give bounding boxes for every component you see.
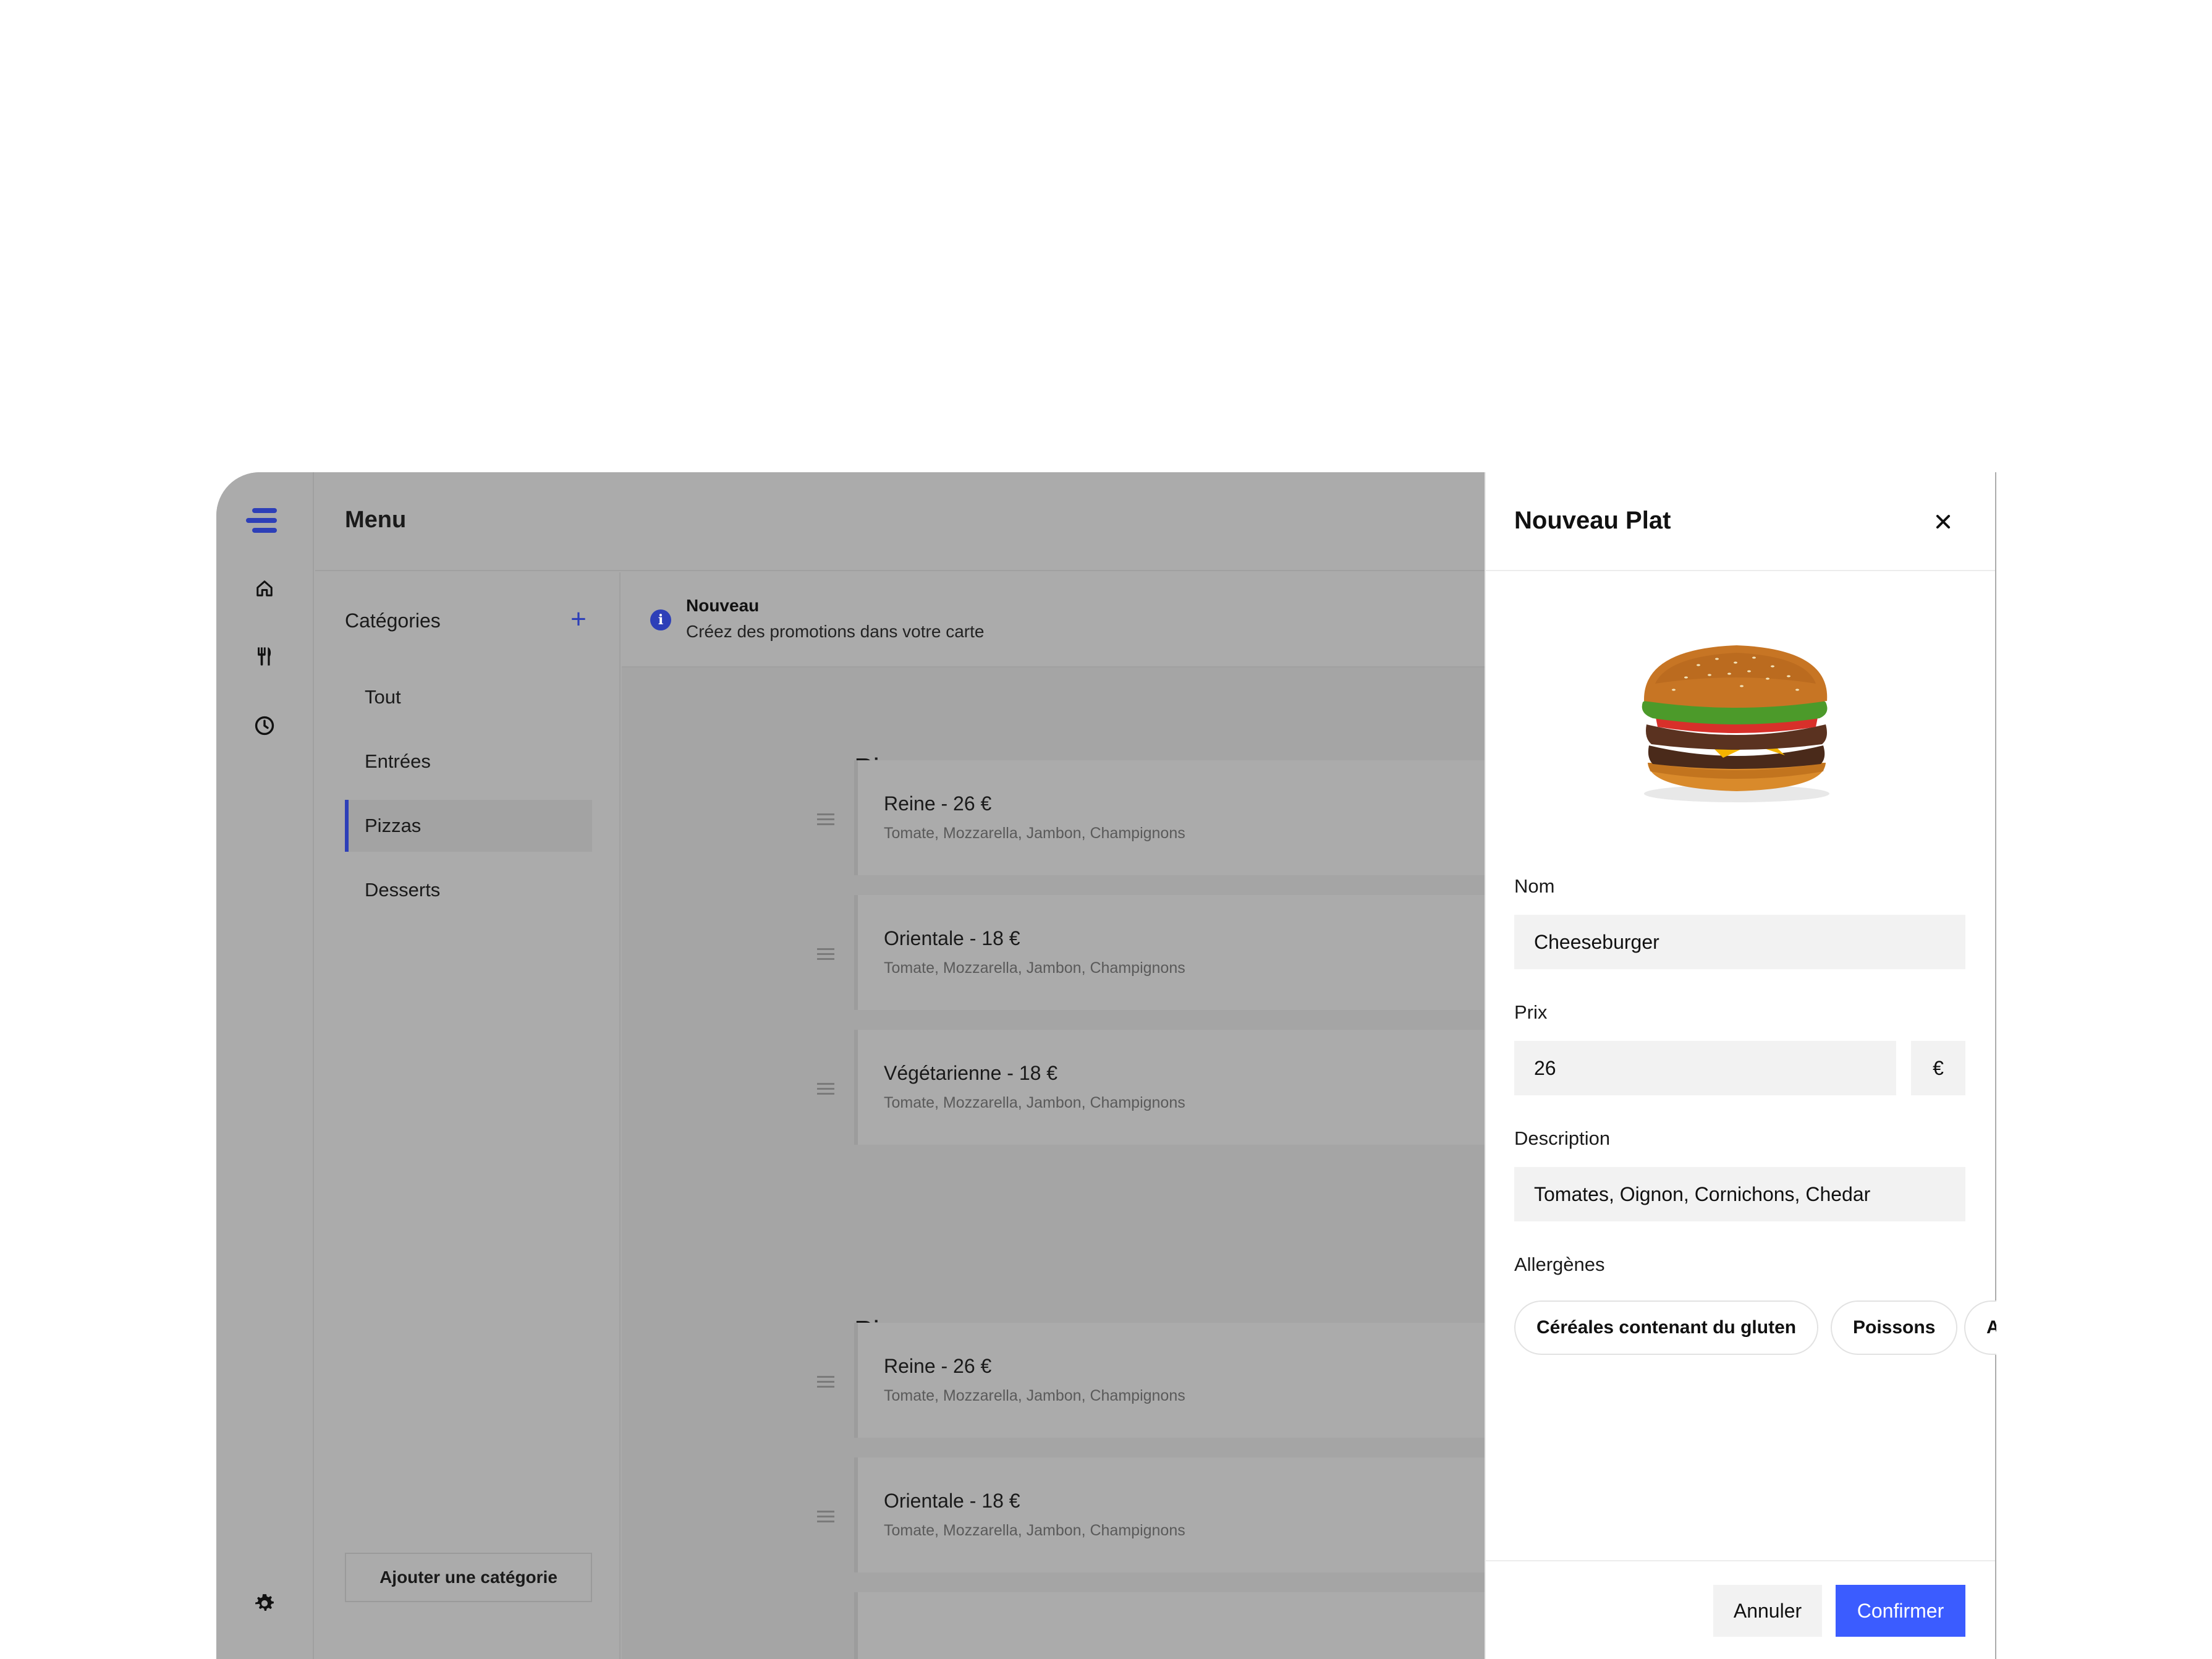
page-title: Menu [345, 507, 407, 533]
menu-content: i Nouveau Créez des promotions dans votr… [622, 572, 1491, 1659]
dish-ingredients: Tomate, Mozzarella, Jambon, Champignons [884, 959, 1185, 977]
dish-card[interactable]: Orientale - 18 € Tomate, Mozzarella, Jam… [854, 895, 1491, 1010]
icon-rail [216, 472, 314, 1659]
category-item-entrees[interactable]: Entrées [345, 736, 592, 787]
dish-card[interactable]: Reine - 26 € Tomate, Mozzarella, Jambon,… [854, 1323, 1491, 1438]
dish-name: Orientale - 18 € [884, 1490, 1020, 1512]
add-category-button[interactable]: Ajouter une catégorie [345, 1553, 592, 1602]
category-label: Pizzas [365, 815, 422, 836]
drawer-footer: Annuler Confirmer [1486, 1560, 1995, 1659]
banner-title: Nouveau [686, 596, 760, 615]
confirm-button[interactable]: Confirmer [1836, 1585, 1965, 1637]
dish-name: Orientale - 18 € [884, 927, 1020, 949]
dish-ingredients: Tomate, Mozzarella, Jambon, Champignons [884, 1387, 1185, 1404]
dish-name: Reine - 26 € [884, 1355, 992, 1377]
dish-ingredients: Tomate, Mozzarella, Jambon, Champignons [884, 1094, 1185, 1111]
drag-handle-icon[interactable] [817, 948, 834, 961]
category-item-desserts[interactable]: Desserts [345, 864, 592, 916]
allergen-chip[interactable]: Poissons [1831, 1300, 1958, 1355]
promo-banner: i Nouveau Créez des promotions dans votr… [622, 572, 1487, 668]
banner-subtitle: Créez des promotions dans votre carte [686, 622, 985, 641]
cancel-button[interactable]: Annuler [1713, 1585, 1822, 1637]
dish-card[interactable]: Végétarienne - 18 € Tomate, Mozzarella, … [854, 1030, 1491, 1145]
category-label: Entrées [365, 750, 431, 772]
dish-name: Végétarienne - 18 € [884, 1062, 1058, 1084]
settings-icon[interactable] [246, 1585, 283, 1622]
home-icon[interactable] [246, 570, 283, 607]
dish-ingredients: Tomate, Mozzarella, Jambon, Champignons [884, 1522, 1185, 1539]
allergen-chip[interactable]: A [1964, 1300, 1996, 1355]
category-label: Tout [365, 686, 401, 708]
allergen-chip-list: Céréales contenant du gluten Poissons A [1486, 472, 1996, 1659]
drag-handle-icon[interactable] [817, 1083, 834, 1095]
category-item-tout[interactable]: Tout [345, 671, 592, 723]
drag-handle-icon[interactable] [817, 813, 834, 826]
clock-icon[interactable] [246, 707, 283, 744]
new-dish-drawer: Nouveau Plat Nom Prix € Description Alle… [1485, 472, 1996, 1659]
allergen-chip[interactable]: Céréales contenant du gluten [1514, 1300, 1819, 1355]
menu-logo-icon[interactable] [244, 502, 283, 539]
category-label: Desserts [365, 879, 441, 901]
category-panel: Catégories + Tout Entrées Pizzas Dessert… [315, 572, 621, 1659]
dish-card[interactable] [854, 1592, 1491, 1659]
add-category-icon[interactable]: + [560, 601, 597, 638]
dish-ingredients: Tomate, Mozzarella, Jambon, Champignons [884, 825, 1185, 842]
dish-card[interactable]: Reine - 26 € Tomate, Mozzarella, Jambon,… [854, 760, 1491, 875]
dish-card[interactable]: Orientale - 18 € Tomate, Mozzarella, Jam… [854, 1457, 1491, 1572]
categories-heading: Catégories [345, 609, 441, 632]
drag-handle-icon[interactable] [817, 1511, 834, 1523]
top-header: Menu [315, 472, 1489, 571]
cutlery-icon[interactable] [246, 638, 283, 675]
dish-name: Reine - 26 € [884, 792, 992, 815]
drag-handle-icon[interactable] [817, 1376, 834, 1388]
info-icon: i [650, 609, 671, 630]
category-item-pizzas[interactable]: Pizzas [345, 800, 592, 852]
